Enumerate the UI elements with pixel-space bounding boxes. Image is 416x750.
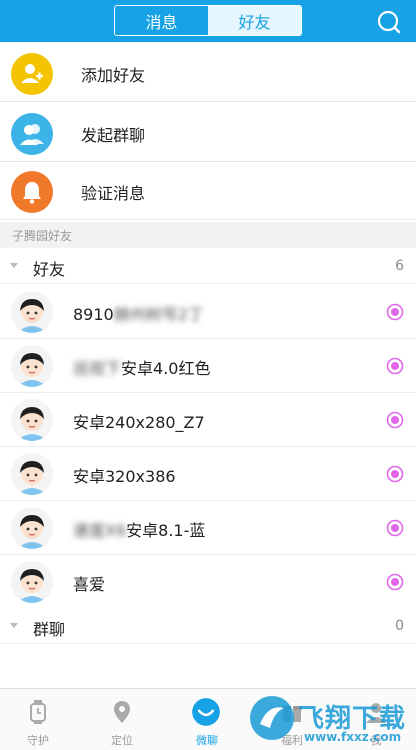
friend-name: 喜爱 bbox=[73, 575, 106, 594]
avatar bbox=[11, 291, 53, 333]
verify-message-row[interactable]: 验证消息 bbox=[0, 162, 416, 220]
verify-message-label: 验证消息 bbox=[81, 184, 146, 203]
group-name: 好友 bbox=[33, 260, 66, 279]
location-pin-icon[interactable] bbox=[386, 357, 404, 375]
friend-row[interactable]: 安卓320x386 bbox=[0, 447, 416, 501]
tab-friends[interactable]: 好友 bbox=[208, 6, 301, 35]
watermark-url: www.fxxz.com bbox=[304, 730, 402, 744]
location-pin-icon[interactable] bbox=[386, 573, 404, 591]
group-chat-row[interactable]: 发起群聊 bbox=[0, 104, 416, 162]
friend-row[interactable]: 8910赫州树号2丁 bbox=[0, 285, 416, 339]
chat-icon bbox=[192, 698, 220, 726]
avatar bbox=[11, 345, 53, 387]
friend-name: 速度X6安卓8.1-蓝 bbox=[73, 521, 206, 540]
group-chat-label: 发起群聊 bbox=[81, 126, 146, 145]
friend-name: 巡视下安卓4.0红色 bbox=[73, 359, 211, 378]
group-friends[interactable]: 好友 6 bbox=[0, 248, 416, 284]
collapse-arrow-icon bbox=[10, 623, 18, 628]
avatar bbox=[11, 453, 53, 495]
nav-location[interactable]: 定位 bbox=[92, 689, 152, 750]
top-bar: 消息 好友 bbox=[0, 0, 416, 42]
group-count: 6 bbox=[395, 258, 404, 274]
group-count: 0 bbox=[395, 618, 404, 634]
friend-name: 安卓240x280_Z7 bbox=[73, 413, 205, 432]
group-name: 群聊 bbox=[33, 620, 66, 639]
add-friend-row[interactable]: 添加好友 bbox=[0, 44, 416, 102]
add-friend-icon bbox=[11, 53, 53, 95]
nav-label: 微聊 bbox=[196, 734, 218, 747]
watermark: 飞翔下载 www.fxxz.com bbox=[246, 688, 416, 750]
friend-name: 8910赫州树号2丁 bbox=[73, 305, 204, 324]
location-pin-icon[interactable] bbox=[386, 411, 404, 429]
friend-row[interactable]: 速度X6安卓8.1-蓝 bbox=[0, 501, 416, 555]
avatar bbox=[11, 507, 53, 549]
location-pin-icon[interactable] bbox=[386, 465, 404, 483]
location-pin-icon bbox=[114, 701, 130, 723]
avatar bbox=[11, 399, 53, 441]
watermark-logo-icon bbox=[250, 696, 294, 740]
nav-label: 定位 bbox=[111, 734, 133, 747]
group-chats[interactable]: 群聊 0 bbox=[0, 608, 416, 644]
collapse-arrow-icon bbox=[10, 263, 18, 268]
friend-row[interactable]: 喜爱 bbox=[0, 555, 416, 609]
friend-name: 安卓320x386 bbox=[73, 467, 176, 486]
nav-guard[interactable]: 守护 bbox=[8, 689, 68, 750]
tab-messages[interactable]: 消息 bbox=[115, 6, 208, 35]
location-pin-icon[interactable] bbox=[386, 303, 404, 321]
segment-control: 消息 好友 bbox=[114, 5, 302, 36]
friend-row[interactable]: 巡视下安卓4.0红色 bbox=[0, 339, 416, 393]
bell-icon bbox=[11, 171, 53, 213]
avatar bbox=[11, 561, 53, 603]
nav-label: 守护 bbox=[27, 734, 49, 747]
add-friend-label: 添加好友 bbox=[81, 66, 146, 85]
location-pin-icon[interactable] bbox=[386, 519, 404, 537]
nav-chat[interactable]: 微聊 bbox=[177, 689, 237, 750]
section-title: 子腾园好友 bbox=[12, 229, 73, 243]
search-icon[interactable] bbox=[376, 9, 402, 35]
group-chat-icon bbox=[11, 113, 53, 155]
section-header: 子腾园好友 bbox=[0, 222, 416, 248]
friend-row[interactable]: 安卓240x280_Z7 bbox=[0, 393, 416, 447]
watch-icon bbox=[30, 700, 46, 724]
